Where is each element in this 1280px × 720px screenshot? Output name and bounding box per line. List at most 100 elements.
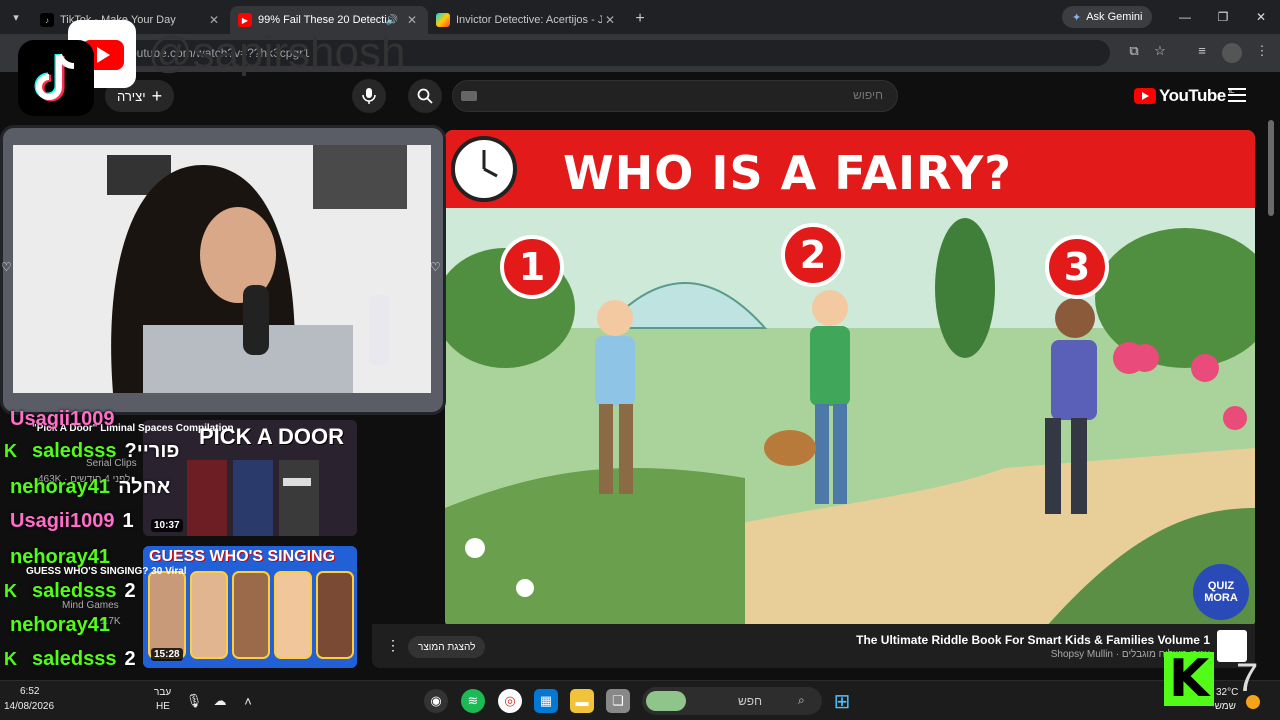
store-icon[interactable]: ▦ — [534, 689, 558, 713]
obs-icon[interactable]: ◉ — [424, 689, 448, 713]
chat-message: Ksaledsss 2 — [4, 646, 136, 672]
taskbar-search-label: חפש — [738, 694, 762, 708]
heart-icon: ♡ — [1, 260, 12, 274]
clock-date[interactable]: 14/08/2026 — [4, 701, 54, 712]
search-button[interactable] — [408, 79, 442, 113]
clock-time[interactable]: 6:52 — [20, 686, 39, 697]
plus-icon: + — [151, 85, 163, 106]
chat-username[interactable]: nehoray41 — [10, 476, 110, 499]
keyboard-icon[interactable] — [461, 91, 477, 101]
spotify-icon[interactable]: ≋ — [461, 689, 485, 713]
voice-search-button[interactable] — [352, 79, 386, 113]
tab-title: Invictor Detective: Acertijos - J — [456, 14, 602, 26]
youtube-play-icon — [1134, 88, 1156, 104]
notification-count: 7 — [1236, 656, 1259, 700]
youtube-icon: ▶ — [238, 13, 252, 27]
chat-message: Ksaledsss ?פוריי — [4, 438, 179, 464]
network-icon[interactable]: ☁ — [208, 689, 232, 713]
taskbar-search[interactable]: חפש ⌕ — [642, 687, 822, 715]
kick-logo-icon: K — [1164, 649, 1214, 709]
more-options-icon[interactable]: ⋮ — [386, 637, 400, 654]
create-label: יצירה — [117, 88, 146, 104]
chat-message: nehoray41 — [10, 612, 118, 638]
install-app-icon[interactable]: ⧉ — [1124, 43, 1144, 63]
kick-badge-icon: K — [4, 648, 17, 669]
google-play-icon — [436, 13, 450, 27]
kick-badge-icon: K — [4, 440, 17, 461]
chrome-icon[interactable]: ◎ — [498, 689, 522, 713]
chat-username[interactable]: saledsss — [32, 580, 117, 603]
reading-list-icon[interactable]: ≡ — [1192, 43, 1212, 63]
close-tab-icon[interactable]: ✕ — [206, 13, 222, 27]
language-bottom[interactable]: HE — [156, 701, 170, 712]
ask-gemini-button[interactable]: ✦ Ask Gemini — [1062, 6, 1153, 28]
maximize-button[interactable]: ❐ — [1204, 0, 1242, 34]
language-top[interactable]: עבר — [154, 687, 171, 698]
option-badge-2: 2 — [781, 223, 845, 287]
file-explorer-icon[interactable]: ▬ — [570, 689, 594, 713]
page-scrollbar[interactable] — [1268, 120, 1274, 216]
webcam-feed — [13, 145, 431, 393]
speaker-icon[interactable]: 🔊 — [386, 15, 398, 26]
chat-text: 2 — [124, 647, 136, 670]
product-shelf: ⋮ להצגת המוצר The Ultimate Riddle Book F… — [372, 624, 1255, 668]
close-window-button[interactable]: ✕ — [1242, 0, 1280, 34]
weather-condition[interactable]: שמשי — [1212, 701, 1236, 712]
microphone-icon — [362, 88, 376, 104]
watermark-text: QUIZ MORA — [1204, 580, 1238, 604]
microphone-tray-icon[interactable]: 🎙 — [182, 689, 206, 713]
view-product-label: להצגת המוצר — [418, 641, 476, 653]
search-icon — [417, 88, 433, 104]
streamer-webcam-image — [13, 145, 431, 393]
view-product-button[interactable]: להצגת המוצר — [408, 636, 486, 658]
tab-google-play[interactable]: Invictor Detective: Acertijos - J ✕ — [428, 6, 626, 34]
option-badge-3: 3 — [1045, 235, 1109, 299]
close-tab-icon[interactable]: ✕ — [404, 13, 420, 27]
chat-message: nehoray41 אחלה — [10, 474, 170, 500]
search-icon: ⌕ — [798, 693, 805, 707]
browser-menu-icon[interactable]: ⋮ — [1252, 43, 1272, 63]
chat-username[interactable]: saledsss — [32, 648, 117, 671]
search-input[interactable] — [503, 88, 883, 102]
gemini-label: Ask Gemini — [1086, 11, 1143, 23]
clock-icon — [451, 136, 517, 202]
youtube-logo-text: YouTube — [1159, 86, 1226, 105]
windows-taskbar: 6:52 14/08/2026 עבר HE 🎙 ☁ ˄ ◉ ≋ ◎ ▦ ▬ ❏… — [0, 680, 1280, 720]
kick-badge-icon: K — [4, 580, 17, 601]
chat-message: Usagii1009 1 — [10, 508, 134, 534]
guide-menu-icon[interactable] — [1228, 88, 1246, 102]
bookmark-star-icon[interactable]: ☆ — [1150, 43, 1170, 63]
tab-search-icon[interactable]: ▾ — [0, 0, 32, 34]
temperature[interactable]: 32°C — [1216, 687, 1238, 698]
duration-badge: 10:37 — [151, 519, 183, 532]
product-title[interactable]: The Ultimate Riddle Book For Smart Kids … — [856, 633, 1210, 647]
gemini-sparkle-icon: ✦ — [1072, 11, 1082, 24]
chat-username[interactable]: nehoray41 — [10, 546, 110, 569]
chat-username[interactable]: nehoray41 — [10, 614, 110, 637]
garden-scene-illustration — [445, 208, 1255, 628]
chat-text: אחלה — [118, 475, 171, 498]
chat-username[interactable]: saledsss — [32, 440, 117, 463]
chat-message: nehoray41 — [10, 544, 118, 570]
screen: ▾ ♪ TikTok - Make Your Day ✕ ▶ 99% Fail … — [0, 0, 1280, 720]
tray-overflow-icon[interactable]: ˄ — [236, 689, 260, 713]
new-tab-button[interactable]: + — [626, 10, 654, 28]
tiktok-icon: ♪ — [40, 13, 54, 27]
youtube-header: יצירה + YouTube IL — [0, 72, 1280, 120]
profile-avatar[interactable] — [1222, 43, 1242, 63]
youtube-logo[interactable]: YouTube IL — [1134, 86, 1234, 106]
windows-start-icon[interactable]: ⊞ — [830, 689, 854, 713]
chat-text: 2 — [124, 579, 136, 602]
minimize-button[interactable]: — — [1166, 0, 1204, 34]
search-box[interactable] — [452, 80, 898, 112]
quiz-mora-watermark: QUIZ MORA — [1193, 564, 1249, 620]
task-view-icon[interactable]: ❏ — [606, 689, 630, 713]
option-badge-1: 1 — [500, 235, 564, 299]
chat-text: 1 — [122, 509, 134, 532]
close-tab-icon[interactable]: ✕ — [602, 13, 618, 27]
recommendation-thumbnail-2[interactable]: GUESS WHO'S SINGING 15:28 — [143, 546, 357, 668]
chat-username[interactable]: Usagii1009 — [10, 408, 115, 431]
chat-message: Ksaledsss 2 — [4, 578, 136, 604]
chat-username[interactable]: Usagii1009 — [10, 510, 115, 533]
video-player[interactable]: WHO IS A FAIRY? 1 2 3 QUIZ MORA — [445, 130, 1255, 628]
